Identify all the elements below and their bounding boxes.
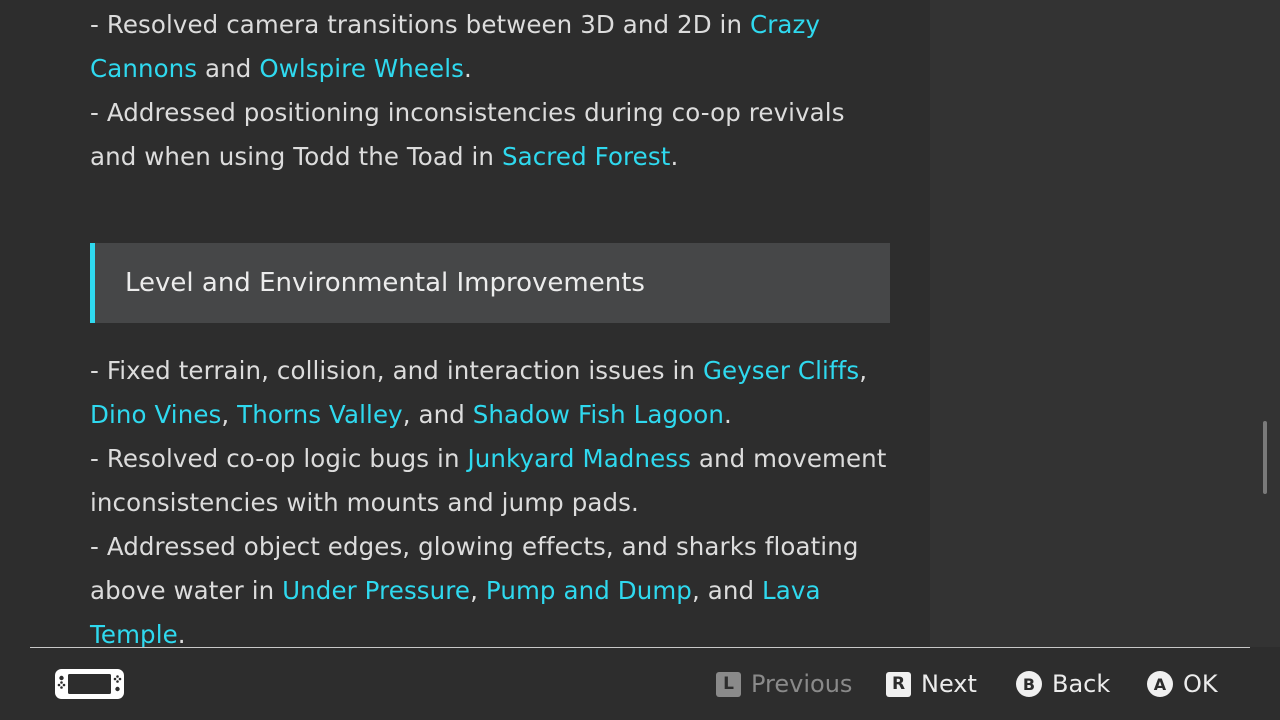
level-link-owlspire-wheels[interactable]: Owlspire Wheels	[259, 54, 464, 83]
section-title: Level and Environmental Improvements	[125, 268, 645, 298]
item-text: ,	[221, 400, 238, 429]
back-label: Back	[1052, 670, 1111, 698]
changelog-item: - Fixed terrain, collision, and interact…	[90, 349, 890, 437]
item-text: - Addressed positioning inconsistencies …	[90, 98, 845, 171]
level-link-thorns-valley[interactable]: Thorns Valley	[237, 400, 403, 429]
ok-button[interactable]: A OK	[1147, 664, 1218, 704]
level-link-dino-vines[interactable]: Dino Vines	[90, 400, 221, 429]
a-button-icon: A	[1147, 671, 1173, 697]
item-text: and	[197, 54, 260, 83]
l-button-icon: L	[716, 671, 741, 697]
item-text: - Resolved co-op logic bugs in	[90, 444, 468, 473]
level-link-shadow-fish-lagoon[interactable]: Shadow Fish Lagoon	[473, 400, 724, 429]
r-button-icon: R	[886, 671, 911, 697]
level-link-junkyard-madness[interactable]: Junkyard Madness	[467, 444, 691, 473]
changelog-item: - Resolved camera transitions between 3D…	[90, 3, 890, 91]
back-button[interactable]: B Back	[1016, 664, 1110, 704]
item-text: ,	[859, 356, 868, 385]
next-label: Next	[921, 670, 977, 698]
changelog-item: - Addressed object edges, glowing effect…	[90, 525, 890, 647]
item-text: - Fixed terrain, collision, and interact…	[90, 356, 703, 385]
footer-divider	[30, 647, 1250, 648]
item-text: .	[670, 142, 679, 171]
handheld-console-icon	[54, 668, 125, 700]
previous-label: Previous	[751, 670, 853, 698]
previous-button[interactable]: L Previous	[716, 664, 852, 704]
item-text: ,	[470, 576, 486, 605]
scrollbar-thumb[interactable]	[1263, 421, 1267, 494]
level-link-geyser-cliffs[interactable]: Geyser Cliffs	[703, 356, 859, 385]
item-text: .	[463, 54, 472, 83]
item-text: .	[177, 620, 186, 647]
news-screen: - Resolved camera transitions between 3D…	[0, 0, 1280, 720]
b-button-icon: B	[1016, 671, 1042, 697]
next-button[interactable]: R Next	[886, 664, 977, 704]
changelog-item: - Resolved co-op logic bugs in Junkyard …	[90, 437, 890, 525]
level-link-sacred-forest[interactable]: Sacred Forest	[502, 142, 670, 171]
item-text: , and	[402, 400, 473, 429]
item-text: - Resolved camera transitions between 3D…	[90, 10, 750, 39]
level-link-under-pressure[interactable]: Under Pressure	[282, 576, 470, 605]
item-text: , and	[691, 576, 763, 605]
side-panel	[930, 0, 1280, 647]
level-link-pump-and-dump[interactable]: Pump and Dump	[486, 576, 692, 605]
article-content[interactable]: - Resolved camera transitions between 3D…	[0, 0, 930, 647]
ok-label: OK	[1183, 670, 1218, 698]
section-header: Level and Environmental Improvements	[90, 243, 890, 323]
item-text: .	[723, 400, 732, 429]
changelog-item: - Addressed positioning inconsistencies …	[90, 91, 890, 179]
